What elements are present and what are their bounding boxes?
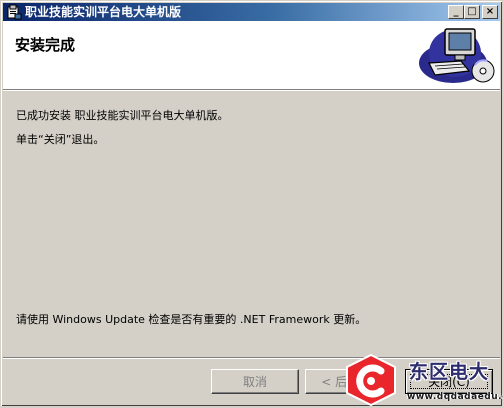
window-title: 职业技能实训平台电大单机版: [25, 5, 182, 19]
close-window-button[interactable]: ×: [482, 5, 498, 19]
page-title: 安装完成: [15, 36, 76, 54]
installer-app-icon: [7, 4, 22, 20]
watermark-logo-icon: [346, 353, 396, 407]
watermark: 东区电大 www.dqdadaedu.com: [341, 351, 503, 408]
maximize-button[interactable]: □: [464, 5, 480, 19]
watermark-url: www.dqdadaedu.com: [407, 392, 503, 402]
computer-setup-icon: [419, 28, 495, 83]
installer-window: 职业技能实训平台电大单机版 _ □ × 安装完成 已成功安装 职业技能实训平台电…: [0, 0, 503, 407]
minimize-button[interactable]: _: [448, 5, 464, 19]
header-divider-highlight: [3, 90, 500, 91]
update-notice: 请使用 Windows Update 检查是否有重要的 .NET Framewo…: [16, 313, 367, 326]
installed-message: 已成功安装 职业技能实训平台电大单机版。: [16, 109, 229, 122]
title-bar[interactable]: 职业技能实训平台电大单机版 _ □ ×: [3, 3, 500, 21]
close-instruction: 单击“关闭”退出。: [16, 133, 105, 146]
cancel-button[interactable]: 取消: [211, 369, 299, 394]
watermark-name: 东区电大: [409, 361, 490, 383]
header-banner: 安装完成: [3, 21, 500, 89]
